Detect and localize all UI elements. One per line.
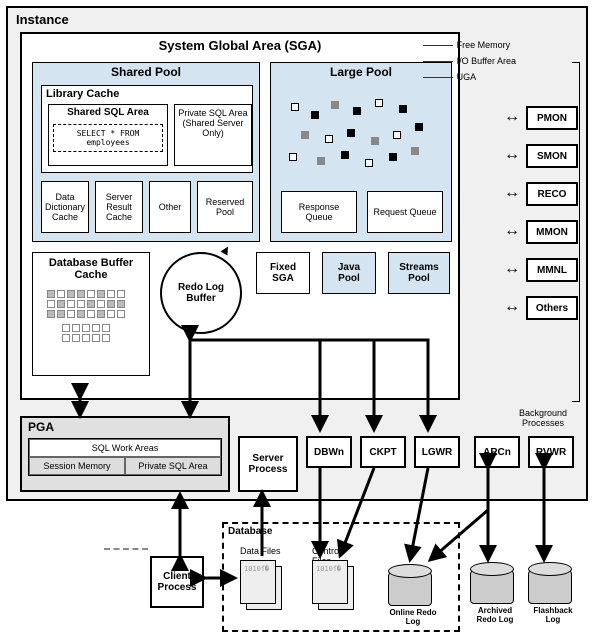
bg-others: Others [526, 296, 578, 320]
archived-redo-label: Archived Redo Log [470, 606, 520, 624]
client-dashed-line [104, 548, 148, 550]
server-process: Server Process [238, 436, 298, 492]
sga-title: System Global Area (SGA) [22, 34, 458, 57]
sga-container: System Global Area (SGA) Shared Pool Lib… [20, 32, 460, 400]
streams-pool: Streams Pool [388, 252, 450, 294]
flashback-log: Flashback Log [528, 562, 578, 612]
legend: Free Memory I/O Buffer Area UGA [423, 38, 516, 86]
arcn-process: ARCn [474, 436, 520, 468]
pga-session-memory: Session Memory [29, 457, 125, 475]
server-process-label: Server Process [240, 453, 296, 475]
fixed-sga: Fixed SGA [256, 252, 310, 294]
shared-pool-title: Shared Pool [33, 63, 259, 81]
online-redo-label: Online Redo Log [388, 608, 438, 626]
sql-statement: SELECT * FROM employees [53, 124, 163, 152]
library-cache: Library Cache Shared SQL Area SELECT * F… [41, 85, 253, 173]
bg-smon: SMON [526, 144, 578, 168]
redo-log-buffer: Redo Log Buffer [160, 252, 242, 334]
library-cache-title: Library Cache [42, 86, 252, 102]
request-queue: Request Queue [367, 191, 443, 233]
bg-mmon: MMON [526, 220, 578, 244]
lgwr-process: LGWR [414, 436, 460, 468]
online-redo-log: Online Redo Log [388, 564, 438, 614]
dbc-grid-small [61, 323, 121, 343]
bg-processes-label: Background Processes [508, 408, 578, 428]
data-dictionary-cache: Data Dictionary Cache [41, 181, 89, 233]
pga-work-areas: SQL Work Areas [29, 439, 221, 457]
bg-reco: RECO [526, 182, 578, 206]
shared-sql-title: Shared SQL Area [49, 105, 167, 120]
server-result-cache: Server Result Cache [95, 181, 143, 233]
dbc-grid [46, 289, 136, 319]
data-files: Data Files [240, 560, 286, 616]
private-sql-area: Private SQL Area (Shared Server Only) [174, 104, 252, 166]
instance-container: Instance System Global Area (SGA) Shared… [6, 6, 588, 501]
shared-pool: Shared Pool Library Cache Shared SQL Are… [32, 62, 260, 242]
dbwn-process: DBWn [306, 436, 352, 468]
ckpt-process: CKPT [360, 436, 406, 468]
control-files: Control Files [312, 560, 358, 616]
bg-mmnl: MMNL [526, 258, 578, 282]
dbc-title: Database Buffer Cache [33, 253, 149, 285]
pga-title: PGA [22, 418, 228, 436]
pga-container: PGA SQL Work Areas Session Memory Privat… [20, 416, 230, 492]
redo-label: Redo Log Buffer [162, 282, 240, 304]
rvwr-process: RVWR [528, 436, 574, 468]
shared-sql-area: Shared SQL Area SELECT * FROM employees [48, 104, 168, 166]
database-label: Database [228, 526, 272, 537]
legend-free: Free Memory [457, 38, 511, 52]
response-queue: Response Queue [281, 191, 357, 233]
data-files-label: Data Files [240, 546, 290, 556]
database-buffer-cache: Database Buffer Cache [32, 252, 150, 376]
archived-redo-log: Archived Redo Log [470, 562, 520, 612]
java-pool: Java Pool [322, 252, 376, 294]
database-container: Database Data Files Control Files Online… [222, 522, 460, 632]
pga-private-sql: Private SQL Area [125, 457, 221, 475]
large-pool-dots [281, 93, 443, 173]
bg-pmon: PMON [526, 106, 578, 130]
bg-bracket [572, 62, 580, 402]
client-process-label: Client Process [152, 571, 202, 593]
flashback-label: Flashback Log [528, 606, 578, 624]
reserved-pool: Reserved Pool [197, 181, 253, 233]
instance-title: Instance [16, 12, 69, 27]
legend-uga: UGA [457, 70, 477, 84]
client-process: Client Process [150, 556, 204, 608]
legend-io: I/O Buffer Area [457, 54, 516, 68]
other-pool: Other [149, 181, 191, 233]
large-pool: Large Pool Response Queue Request Queue [270, 62, 452, 242]
